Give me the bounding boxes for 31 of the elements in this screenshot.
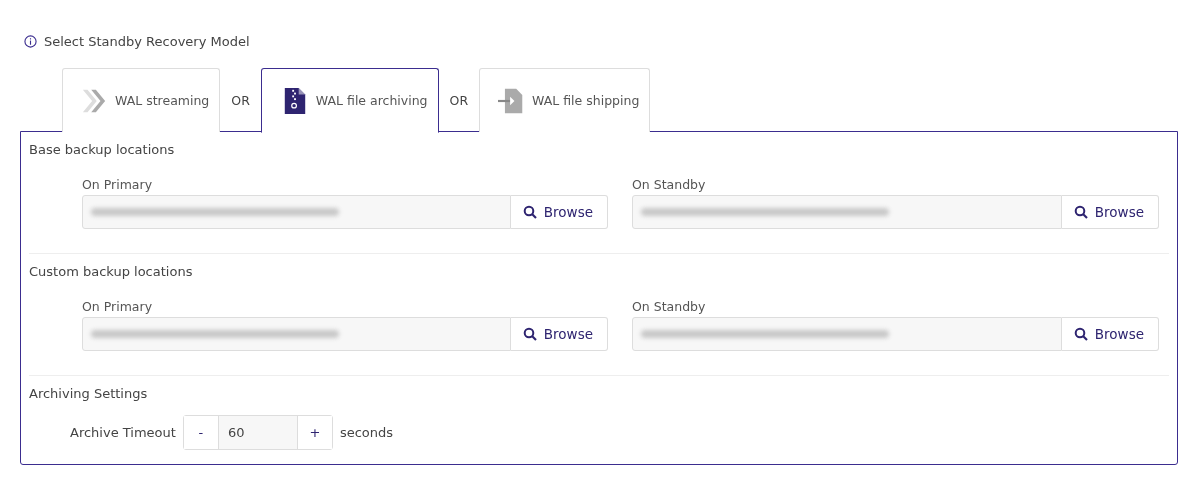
- field-label: On Primary: [82, 177, 154, 192]
- or-label: OR: [230, 91, 251, 110]
- path-field[interactable]: [632, 195, 1062, 229]
- tab[interactable]: WAL file shipping: [479, 68, 651, 132]
- browse-button[interactable]: Browse: [1061, 195, 1159, 229]
- browse-button[interactable]: Browse: [1061, 317, 1159, 351]
- chevrons-icon: [81, 87, 107, 114]
- file-arrow-icon: [498, 87, 525, 114]
- tab[interactable]: WAL file archiving: [260, 68, 439, 133]
- timeout-field[interactable]: 60: [217, 416, 298, 449]
- search-icon: [1073, 327, 1088, 341]
- section-heading: Select Standby Recovery Model: [44, 33, 250, 49]
- unit-label: seconds: [339, 425, 394, 440]
- search-icon: [1073, 205, 1088, 219]
- browse-button[interactable]: Browse: [510, 317, 608, 351]
- field-label: On Standby: [632, 177, 707, 192]
- field-label: On Primary: [82, 299, 154, 314]
- search-icon: [522, 327, 537, 341]
- info-icon: [24, 34, 37, 48]
- field-label: Archive Timeout: [70, 425, 176, 440]
- or-label: OR: [448, 91, 470, 110]
- path-field[interactable]: [82, 195, 511, 229]
- path-field[interactable]: [632, 317, 1062, 351]
- field-label: On Standby: [632, 299, 707, 314]
- tab[interactable]: WAL streaming: [62, 68, 221, 132]
- path-field[interactable]: [82, 317, 511, 351]
- search-icon: [522, 205, 537, 219]
- browse-button[interactable]: Browse: [510, 195, 608, 229]
- section-title: Custom backup locations: [29, 264, 194, 279]
- section-title: Base backup locations: [29, 142, 176, 157]
- section-title: Archiving Settings: [29, 386, 149, 401]
